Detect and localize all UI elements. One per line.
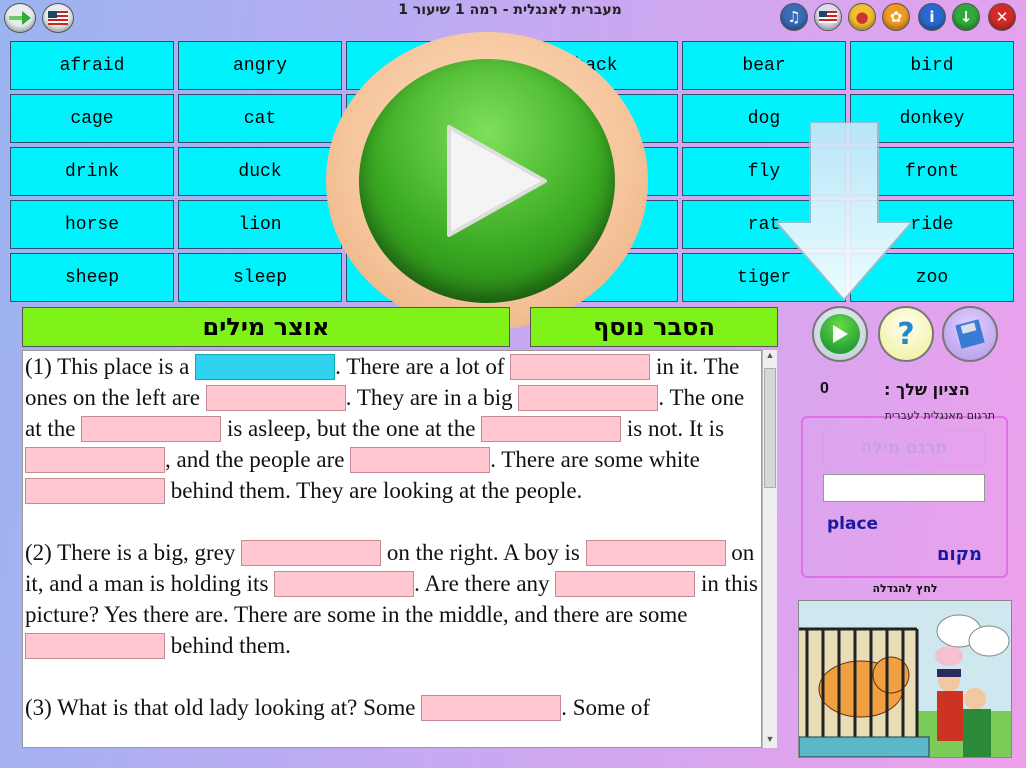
window-title: מעברית לאנגלית - רמה 1 שיעור 1 — [398, 2, 622, 18]
answer-blank[interactable] — [241, 540, 382, 566]
arrow-right-icon — [9, 11, 31, 25]
download-button[interactable]: ↓ — [952, 3, 980, 31]
exercise-text: behind them. They are looking at the peo… — [165, 478, 583, 503]
exercise-text: is asleep, but the one at the — [221, 416, 482, 441]
scroll-thumb[interactable] — [764, 368, 776, 488]
translate-input[interactable] — [823, 474, 985, 502]
answer-blank[interactable] — [555, 571, 696, 597]
answer-blank[interactable] — [25, 633, 165, 659]
answer-blank[interactable] — [481, 416, 622, 442]
answer-blank[interactable] — [350, 447, 491, 473]
scroll-up-arrow[interactable]: ▲ — [763, 350, 777, 364]
answer-blank[interactable] — [25, 478, 165, 504]
palette-icon: ● — [855, 8, 869, 26]
translate-word-button[interactable]: תרגם מילה — [823, 430, 985, 466]
exercise-text: , and the people are — [165, 447, 351, 472]
us-flag-icon — [819, 11, 837, 23]
exercise-paragraph: (1) This place is a . There are a lot of… — [25, 351, 761, 506]
word-button[interactable]: sleep — [178, 253, 342, 302]
word-button[interactable]: cage — [10, 94, 174, 143]
info-icon: i — [929, 8, 935, 26]
word-button[interactable]: bear — [682, 41, 846, 90]
big-play-button[interactable] — [326, 32, 648, 330]
exercise-text: . They are in a big — [345, 385, 519, 410]
english-word: place — [827, 514, 879, 534]
music-note-icon: ♫ — [787, 8, 801, 26]
exercise-text: is not. It is — [621, 416, 725, 441]
word-button[interactable]: cat — [178, 94, 342, 143]
answer-blank[interactable] — [205, 385, 346, 411]
help-button[interactable]: ? — [878, 306, 934, 362]
vertical-scrollbar[interactable]: ▲ ▼ — [762, 350, 777, 748]
exercise-text: (2) There is a big, grey — [25, 540, 242, 565]
down-arrow-hint-icon — [776, 122, 912, 302]
down-arrow-icon: ↓ — [959, 8, 973, 26]
answer-blank[interactable] — [421, 695, 562, 721]
save-button[interactable] — [942, 306, 998, 362]
exercise-text: . There are some white — [490, 447, 700, 472]
answer-blank[interactable] — [585, 540, 726, 566]
floppy-icon — [955, 319, 985, 349]
word-button[interactable]: angry — [178, 41, 342, 90]
exercise-text: on the right. A boy is — [381, 540, 586, 565]
answer-blank[interactable] — [81, 416, 222, 442]
paint-button[interactable]: ● — [848, 3, 876, 31]
zoo-illustration — [799, 601, 1011, 757]
answer-blank[interactable] — [510, 354, 651, 380]
exercise-text: . Are there any — [414, 571, 556, 596]
word-button[interactable]: lion — [178, 200, 342, 249]
word-button[interactable]: drink — [10, 147, 174, 196]
more-explanation-button[interactable]: הסבר נוסף — [530, 307, 778, 347]
next-arrow-button[interactable] — [4, 3, 36, 33]
translate-panel-legend: תרגום מאנגלית לעברית — [884, 409, 995, 422]
word-button[interactable]: duck — [178, 147, 342, 196]
word-button[interactable]: afraid — [10, 41, 174, 90]
word-button[interactable]: horse — [10, 200, 174, 249]
answer-blank[interactable] — [518, 385, 659, 411]
play-button[interactable] — [812, 306, 868, 362]
hebrew-word: מקום — [937, 544, 982, 565]
music-button[interactable]: ♫ — [780, 3, 808, 31]
settings-button[interactable]: ✿ — [882, 3, 910, 31]
exercise-text: behind them. — [165, 633, 291, 658]
us-flag-icon — [48, 11, 68, 25]
exercise-paragraph: (2) There is a big, grey on the right. A… — [25, 537, 761, 661]
language-flag-button[interactable] — [814, 3, 842, 31]
word-button[interactable]: sheep — [10, 253, 174, 302]
translate-panel: תרגום מאנגלית לעברית תרגם מילה place מקו… — [801, 409, 1008, 578]
exercise-text-area[interactable]: (1) This place is a . There are a lot of… — [22, 350, 762, 748]
question-icon: ? — [897, 316, 915, 352]
answer-blank[interactable] — [195, 354, 336, 380]
english-flag-button[interactable] — [42, 3, 74, 33]
close-icon: ✕ — [995, 8, 1009, 26]
play-circle — [359, 59, 615, 303]
scroll-down-arrow[interactable]: ▼ — [763, 734, 777, 748]
exercise-text: (3) What is that old lady looking at? So… — [25, 695, 422, 720]
exercise-text: (1) This place is a — [25, 354, 196, 379]
enlarge-caption: לחץ להגדלה — [872, 582, 938, 595]
answer-blank[interactable] — [274, 571, 415, 597]
play-triangle-icon — [447, 125, 547, 237]
play-icon — [820, 314, 860, 354]
word-button[interactable]: bird — [850, 41, 1014, 90]
gear-icon: ✿ — [889, 8, 903, 26]
exercise-paragraph: (3) What is that old lady looking at? So… — [25, 692, 761, 723]
info-button[interactable]: i — [918, 3, 946, 31]
exercise-text: . Some of — [561, 695, 651, 720]
zoo-picture[interactable] — [798, 600, 1012, 758]
score-value: 0 — [820, 380, 829, 397]
close-button[interactable]: ✕ — [988, 3, 1016, 31]
exercise-text: . There are a lot of — [335, 354, 511, 379]
vocabulary-button[interactable]: אוצר מילים — [22, 307, 510, 347]
answer-blank[interactable] — [25, 447, 165, 473]
score-label: הציון שלך : — [884, 380, 970, 399]
